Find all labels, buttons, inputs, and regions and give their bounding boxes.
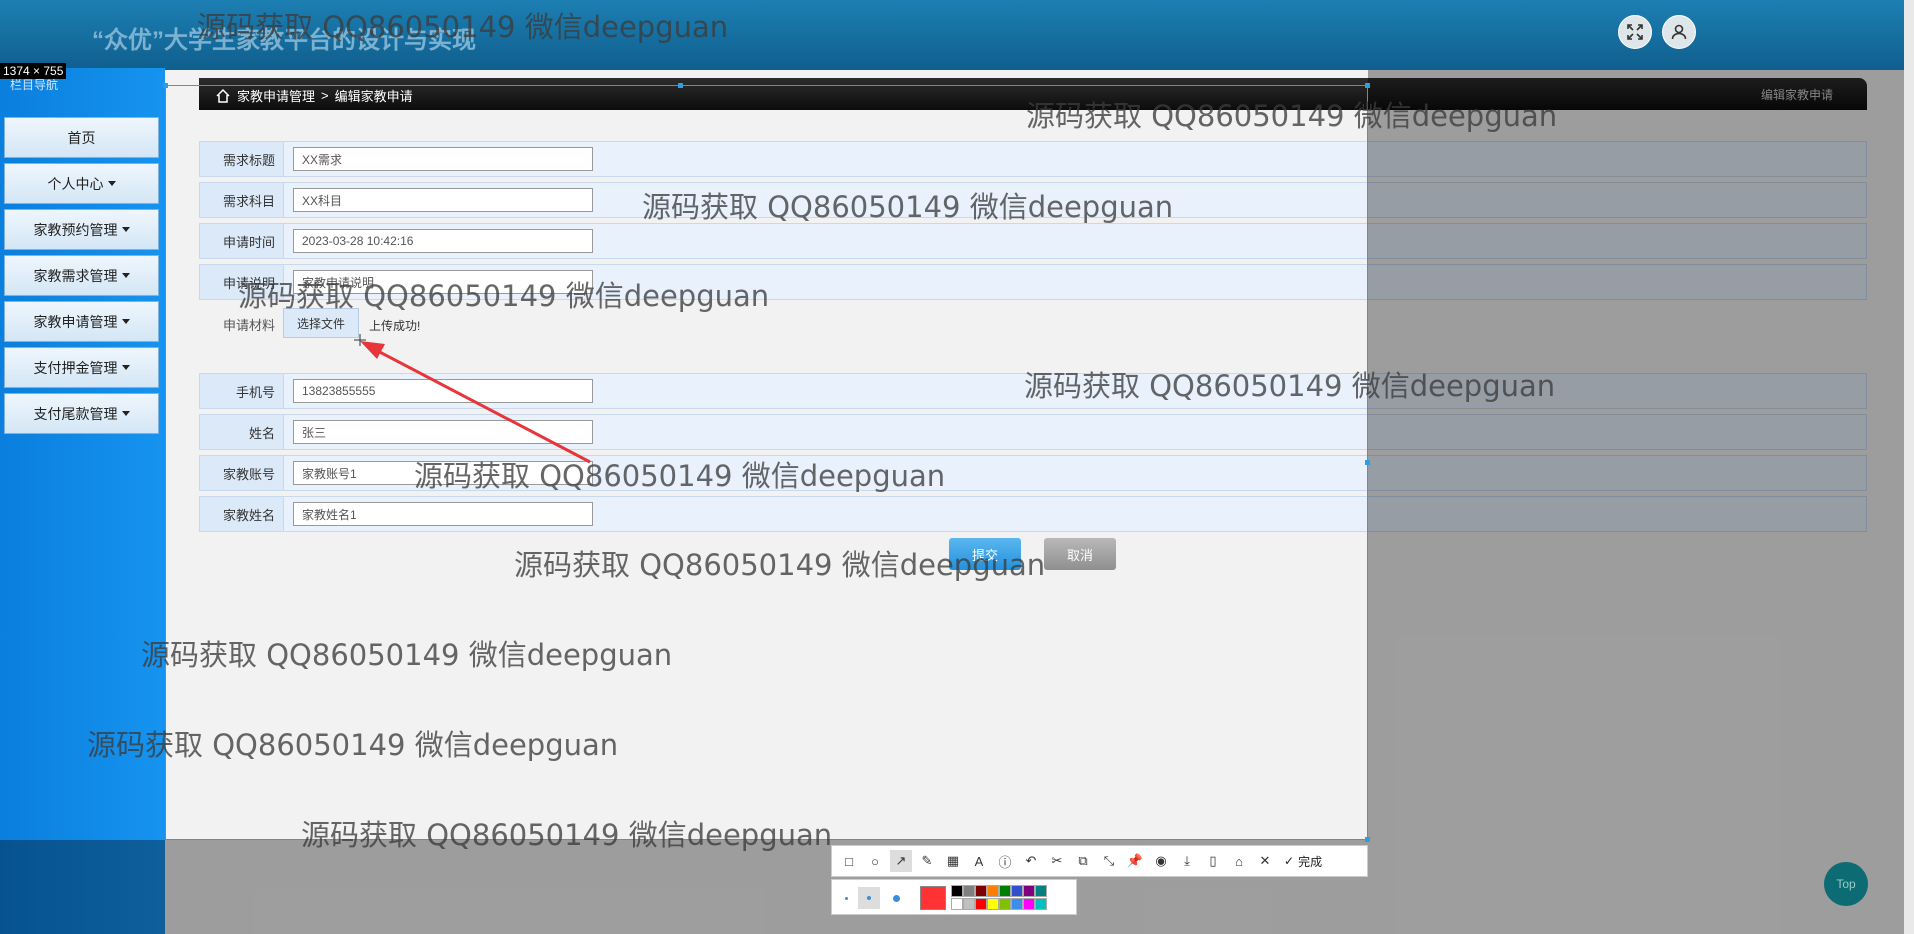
arrow-icon[interactable]: ↗ xyxy=(890,850,912,872)
color-swatch[interactable] xyxy=(963,885,975,897)
watermark: 源码获取 QQ86050149 微信deepguan xyxy=(87,728,619,762)
watermark: 源码获取 QQ86050149 微信deepguan xyxy=(238,279,770,313)
annotation-arrow xyxy=(354,334,591,464)
stroke-large-option[interactable] xyxy=(893,895,900,902)
watermark: 源码获取 QQ86050149 微信deepguan xyxy=(414,459,946,493)
check-icon: ✓ xyxy=(1284,854,1295,868)
watermark: 源码获取 QQ86050149 微信deepguan xyxy=(197,10,729,44)
color-swatch[interactable] xyxy=(1011,885,1023,897)
color-swatch[interactable] xyxy=(987,885,999,897)
color-swatch[interactable] xyxy=(1035,885,1047,897)
rectangle-icon[interactable]: □ xyxy=(838,850,860,872)
color-swatch[interactable] xyxy=(1035,898,1047,910)
text-icon[interactable]: A xyxy=(968,850,990,872)
color-swatch[interactable] xyxy=(975,898,987,910)
scissors-icon[interactable]: ✂ xyxy=(1046,850,1068,872)
color-swatch[interactable] xyxy=(1023,898,1035,910)
undo-icon[interactable]: ↶ xyxy=(1020,850,1042,872)
color-swatch[interactable] xyxy=(951,885,963,897)
color-swatch[interactable] xyxy=(999,898,1011,910)
selected-color-swatch[interactable] xyxy=(920,886,946,910)
color-swatch[interactable] xyxy=(951,898,963,910)
watermark: 源码获取 QQ86050149 微信deepguan xyxy=(1026,99,1558,133)
download-icon[interactable]: ⤓ xyxy=(1176,850,1198,872)
mosaic-icon[interactable]: ▦ xyxy=(942,850,964,872)
done-button[interactable]: ✓ 完成 xyxy=(1284,853,1322,870)
done-label: 完成 xyxy=(1298,854,1323,869)
capture-toolbar: □ ○ ↗ ✎ ▦ A ⓘ ↶ ✂ ⧉ ⤡ 📌 ◉ ⤓ ▯ ⌂ ✕ ✓ 完成 xyxy=(831,845,1368,877)
pin-icon[interactable]: 📌 xyxy=(1124,850,1146,872)
color-swatch[interactable] xyxy=(987,898,999,910)
color-swatch[interactable] xyxy=(975,885,987,897)
color-swatch[interactable] xyxy=(1023,885,1035,897)
stroke-dot xyxy=(867,896,871,900)
capture-style-toolbar xyxy=(831,879,1077,915)
back-to-top-button[interactable]: Top xyxy=(1824,862,1868,906)
scrollbar[interactable] xyxy=(1904,0,1914,934)
watermark: 源码获取 QQ86050149 微信deepguan xyxy=(514,548,1046,582)
watermark: 源码获取 QQ86050149 微信deepguan xyxy=(642,190,1174,224)
pen-icon[interactable]: ✎ xyxy=(916,850,938,872)
phone-icon[interactable]: ▯ xyxy=(1202,850,1224,872)
watermark: 源码获取 QQ86050149 微信deepguan xyxy=(141,638,673,672)
bookmark-icon[interactable]: ⌂ xyxy=(1228,850,1250,872)
stroke-small-option[interactable] xyxy=(845,897,848,900)
color-swatch[interactable] xyxy=(999,885,1011,897)
ocr-icon[interactable]: ⧉ xyxy=(1072,850,1094,872)
color-swatch[interactable] xyxy=(1011,898,1023,910)
watermark: 源码获取 QQ86050149 微信deepguan xyxy=(301,818,833,852)
color-swatch[interactable] xyxy=(963,898,975,910)
watermark: 源码获取 QQ86050149 微信deepguan xyxy=(1024,369,1556,403)
ellipse-icon[interactable]: ○ xyxy=(864,850,886,872)
record-icon[interactable]: ◉ xyxy=(1150,850,1172,872)
long-capture-icon[interactable]: ⤡ xyxy=(1098,850,1120,872)
number-marker-icon[interactable]: ⓘ xyxy=(994,850,1016,872)
close-icon[interactable]: ✕ xyxy=(1254,850,1276,872)
stroke-medium-option[interactable] xyxy=(858,887,880,909)
